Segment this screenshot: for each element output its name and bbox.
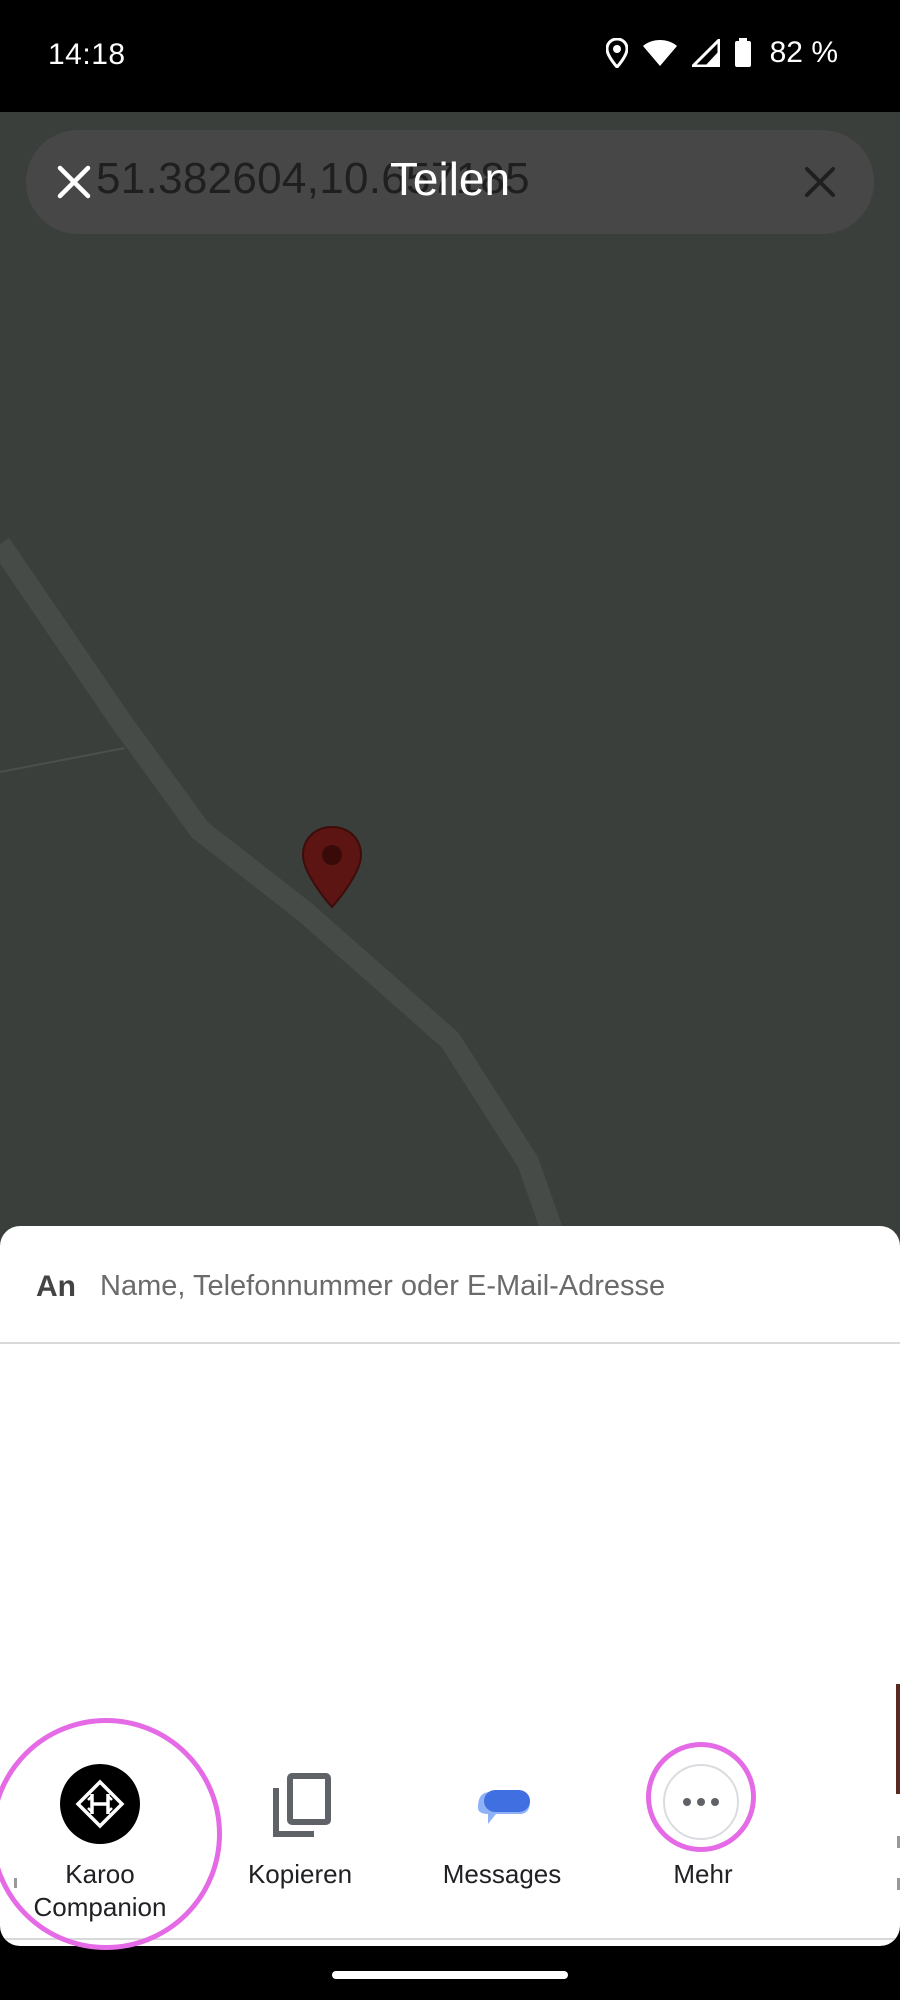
recipient-label: An (36, 1270, 76, 1303)
gesture-nav-handle[interactable] (332, 1971, 568, 1979)
recipient-input[interactable] (100, 1264, 860, 1308)
battery-icon (734, 38, 752, 68)
recipient-row: An (0, 1226, 900, 1344)
share-target-label: Messages (442, 1859, 562, 1889)
map-view[interactable] (0, 112, 900, 1262)
share-target-karoo-companion[interactable]: Karoo Companion (0, 1716, 200, 1936)
signal-icon (691, 39, 720, 67)
copy-icon (260, 1764, 340, 1844)
location-pin-icon (300, 825, 364, 909)
karoo-icon (60, 1764, 140, 1844)
share-target-messages[interactable]: Messages (402, 1716, 602, 1936)
status-icons: 82 % (605, 36, 838, 70)
share-target-kopieren[interactable]: Kopieren (200, 1716, 400, 1936)
close-icon (57, 165, 91, 199)
share-target-label: Kopieren (247, 1859, 353, 1889)
share-target-label: Mehr (673, 1859, 733, 1889)
share-target-label: Karoo Companion (33, 1859, 167, 1922)
map-roads (0, 537, 574, 1262)
status-bar: 14:18 82 % (0, 0, 900, 112)
close-icon (805, 167, 835, 197)
wifi-icon (642, 39, 678, 67)
close-share-button[interactable] (46, 154, 102, 210)
search-bar: 51.382604,10.657185 Teilen (26, 130, 874, 234)
location-icon (605, 38, 628, 68)
more-icon (663, 1764, 743, 1844)
share-title: Teilen (389, 153, 511, 205)
status-time: 14:18 (48, 38, 126, 71)
messages-icon (462, 1764, 542, 1844)
share-target-mehr[interactable]: Mehr (603, 1716, 803, 1936)
share-targets: Karoo Companion Kopieren Messages Mehr (0, 1716, 900, 1946)
battery-percent: 82 % (769, 36, 838, 69)
clear-search-button[interactable] (792, 154, 848, 210)
